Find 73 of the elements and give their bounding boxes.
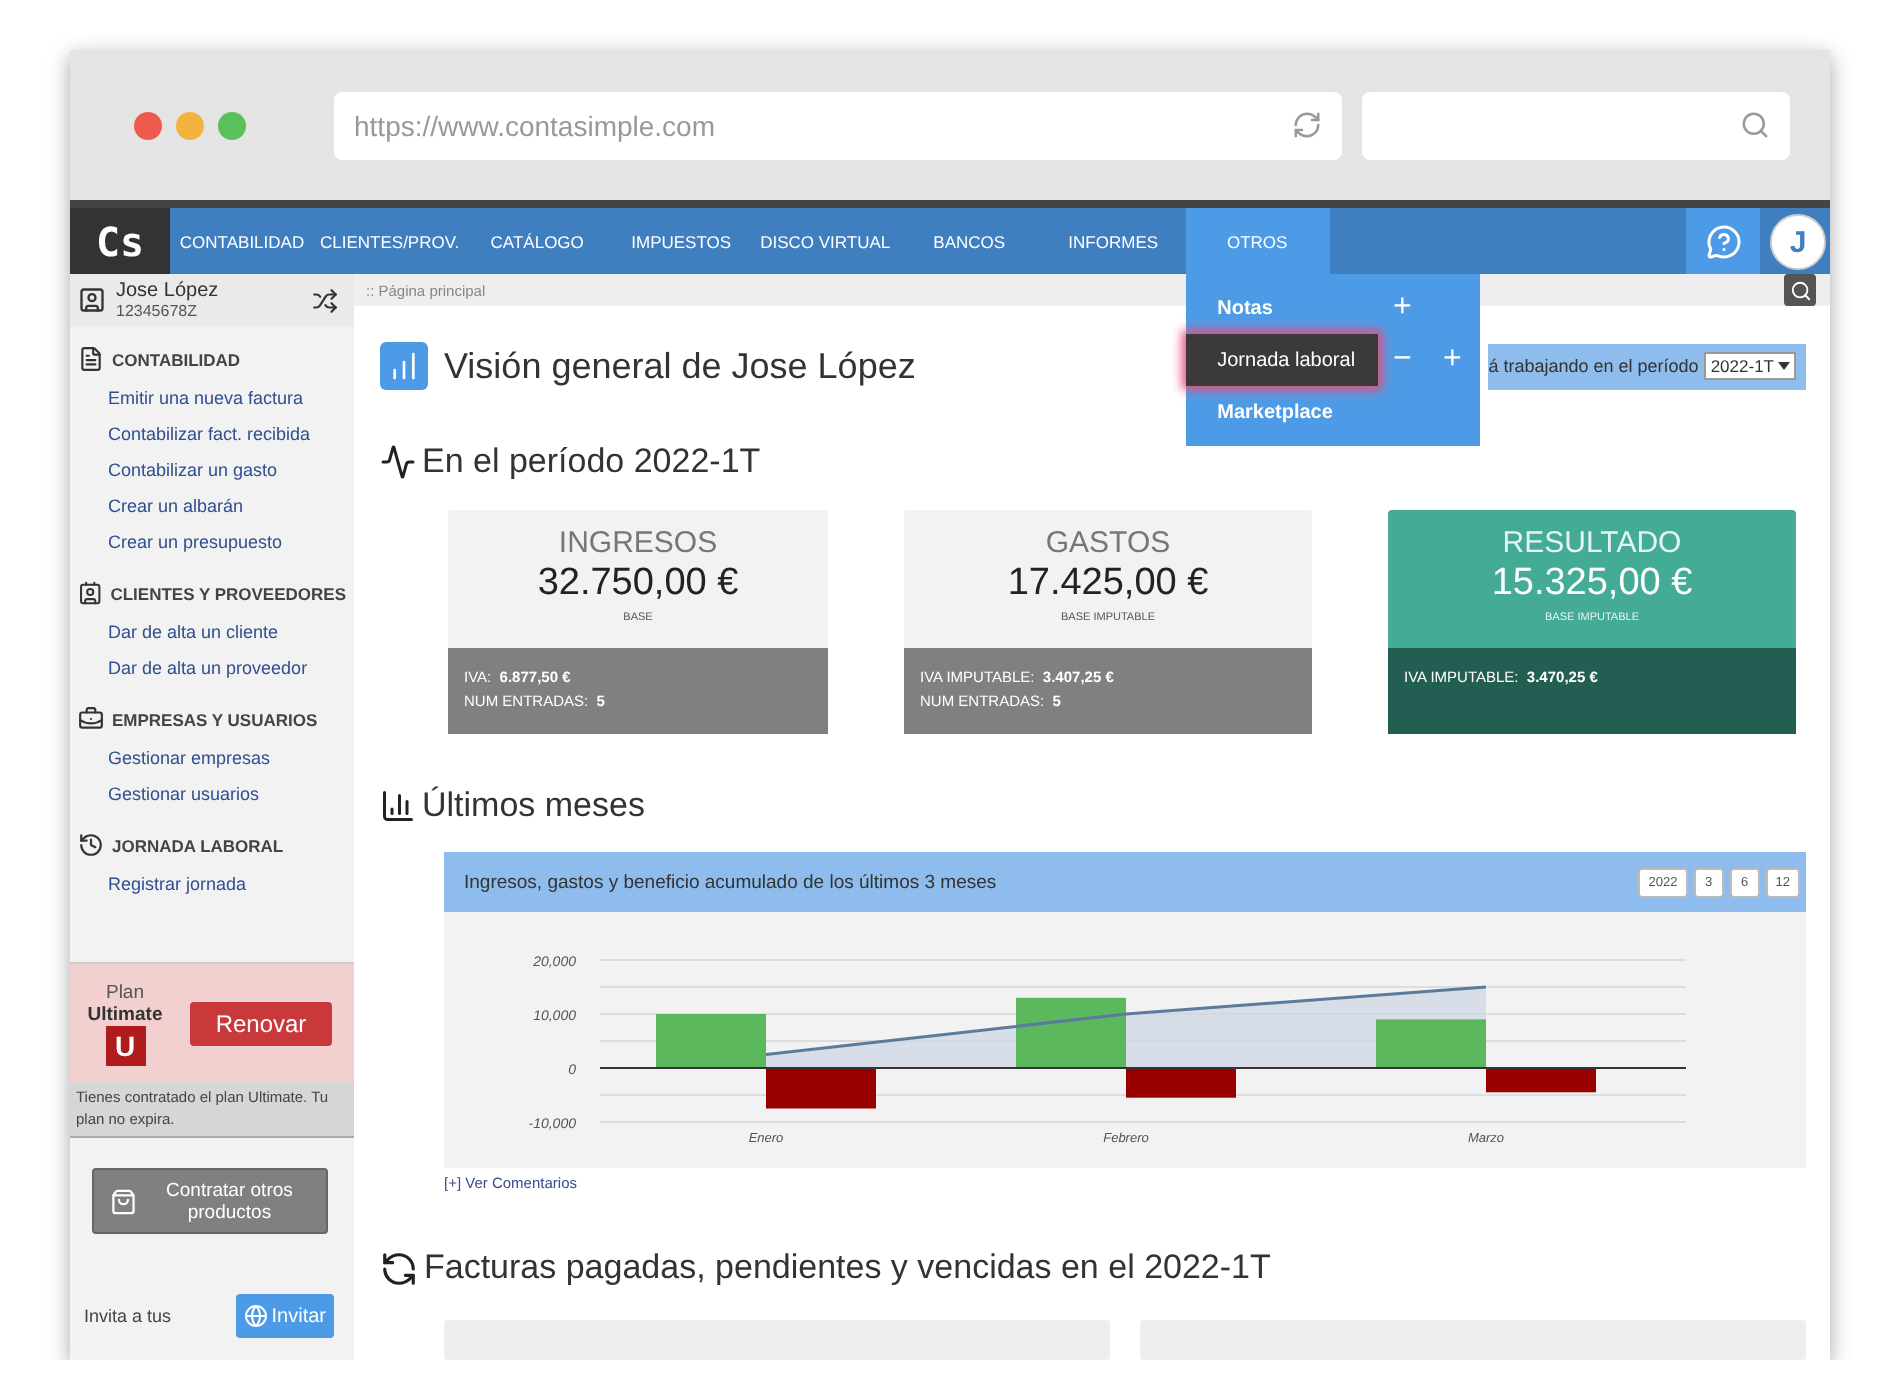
caret-icon[interactable] xyxy=(1778,362,1790,370)
reload-icon[interactable] xyxy=(1292,110,1322,140)
help-button[interactable] xyxy=(1686,208,1760,274)
section-title: CONTABILIDAD xyxy=(112,349,241,369)
search-icon xyxy=(1789,279,1811,301)
close-dot-icon[interactable] xyxy=(134,111,162,139)
nav-tab[interactable]: CONTABILIDAD xyxy=(170,208,314,274)
section-title: CLIENTES Y PROVEEDORES xyxy=(110,583,346,603)
browser-search-field[interactable] xyxy=(1362,91,1790,159)
income-bar xyxy=(656,1014,766,1068)
page-title: Visión general de Jose López xyxy=(444,345,916,387)
section-title: EMPRESAS Y USUARIOS xyxy=(112,709,318,729)
invite-text: Invita a tus xyxy=(84,1306,172,1326)
section-icon xyxy=(78,346,104,372)
globe-icon xyxy=(243,1304,268,1328)
section-heading: Facturas pagadas, pendientes y vencidas en el 2022-1T xyxy=(424,1248,1271,1288)
expense-bar xyxy=(1486,1068,1596,1093)
maximize-dot-icon[interactable] xyxy=(218,111,246,139)
card-title: RESULTADO xyxy=(1502,526,1682,560)
expense-bar xyxy=(766,1068,876,1109)
logo[interactable]: Cs xyxy=(70,208,170,274)
card-amount: 17.425,00 € xyxy=(1007,562,1209,606)
section-icon xyxy=(78,832,104,858)
sidebar-link[interactable]: Crear un presupuesto xyxy=(70,524,354,560)
chart-icon xyxy=(380,342,428,390)
plan-badge: U xyxy=(105,1025,145,1065)
user-tax-id: 12345678Z xyxy=(116,302,199,320)
sidebar-link[interactable]: Dar de alta un proveedor xyxy=(70,650,354,686)
user-avatar[interactable]: J xyxy=(1770,214,1826,270)
sidebar-link[interactable]: Registrar jornada xyxy=(70,866,354,902)
card-title: INGRESOS xyxy=(558,526,718,560)
card-amount: 32.750,00 € xyxy=(537,562,739,606)
user-name: Jose López xyxy=(116,280,221,302)
renew-button[interactable]: Renovar xyxy=(190,1001,332,1045)
plan-label: Plan xyxy=(105,981,144,1003)
contract-products-button[interactable]: Contratar otros productos xyxy=(92,1168,328,1234)
help-icon xyxy=(1705,223,1741,259)
period-select[interactable]: 2022-1T xyxy=(1704,352,1796,380)
expense-bar xyxy=(1126,1068,1236,1098)
search-icon xyxy=(1740,110,1770,140)
user-icon xyxy=(78,286,106,314)
sidebar-link[interactable]: Gestionar empresas xyxy=(70,740,354,776)
section-heading: Últimos meses xyxy=(422,786,645,826)
chart-icon xyxy=(380,788,416,824)
section-title: JORNADA LABORAL xyxy=(112,835,284,855)
nav-tab[interactable]: CATÁLOGO xyxy=(465,208,610,274)
sidebar-link[interactable]: Crear un albarán xyxy=(70,488,354,524)
cycle-icon xyxy=(380,1249,418,1287)
nav-tab[interactable]: INFORMES xyxy=(1041,208,1186,274)
nav-tab[interactable]: IMPUESTOS xyxy=(609,208,754,274)
period-label: á trabajando en el período xyxy=(1488,356,1699,376)
income-bar xyxy=(1016,997,1126,1068)
search-button[interactable] xyxy=(1784,274,1816,306)
sidebar-link[interactable]: Gestionar usuarios xyxy=(70,776,354,812)
section-icon xyxy=(78,706,104,732)
card-amount: 15.325,00 € xyxy=(1491,562,1693,606)
menu-item[interactable]: Jornada laboral xyxy=(1185,334,1378,386)
trend-icon xyxy=(380,444,416,480)
nav-tab[interactable]: CLIENTES/PROV. xyxy=(314,208,466,274)
sidebar-link[interactable]: Emitir una nueva factura xyxy=(70,380,354,416)
card-title: GASTOS xyxy=(1045,526,1171,560)
nav-tab[interactable]: BANCOS xyxy=(897,208,1042,274)
minimize-dot-icon[interactable] xyxy=(176,111,204,139)
nav-tab[interactable]: DISCO VIRTUAL xyxy=(753,208,898,274)
section-icon xyxy=(78,580,103,606)
section-heading: En el período 2022-1T xyxy=(422,442,761,482)
switch-icon[interactable] xyxy=(312,287,338,313)
sidebar-link[interactable]: Dar de alta un cliente xyxy=(70,614,354,650)
sidebar-link[interactable]: Contabilizar fact. recibida xyxy=(70,416,354,452)
income-bar xyxy=(1376,1019,1486,1068)
sidebar-link[interactable]: Contabilizar un gasto xyxy=(70,452,354,488)
plan-name: Ultimate xyxy=(87,1003,163,1025)
chart-title: Ingresos, gastos y beneficio acumulado de los últimos 3 meses xyxy=(464,871,997,893)
